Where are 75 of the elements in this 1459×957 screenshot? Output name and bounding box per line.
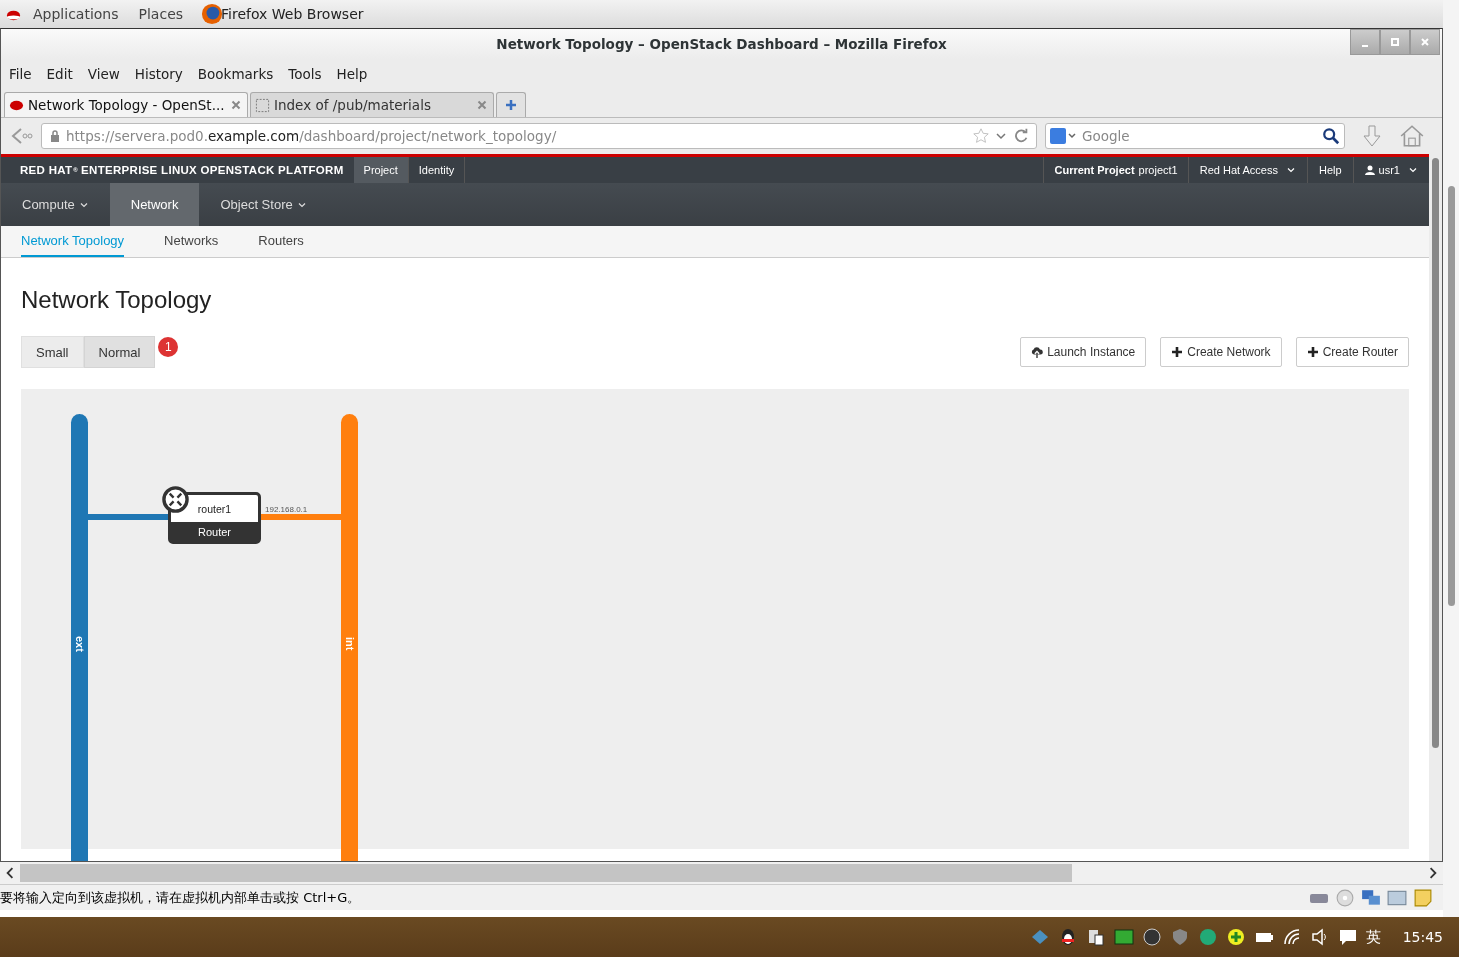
menu-item[interactable]: Edit bbox=[40, 64, 79, 84]
firefox-logo-icon bbox=[201, 3, 224, 25]
size-toggle-button[interactable]: Normal bbox=[83, 336, 156, 368]
menu-item[interactable]: Help bbox=[330, 64, 374, 84]
menu-item[interactable]: File bbox=[3, 64, 38, 84]
dashboard-tab[interactable]: Project bbox=[353, 157, 409, 183]
close-button[interactable] bbox=[1410, 29, 1440, 55]
plus-circle-icon[interactable] bbox=[1225, 927, 1246, 947]
new-tab-button[interactable] bbox=[496, 92, 526, 117]
minimize-icon bbox=[1362, 45, 1368, 47]
plus-icon bbox=[1171, 346, 1184, 358]
close-icon bbox=[1420, 37, 1430, 47]
page-heading: Network Topology bbox=[21, 286, 213, 314]
address-field[interactable]: https://servera.pod0.example.com/dashboard/project/network_topology/ bbox=[41, 123, 1037, 149]
desktop-menu[interactable]: Applications bbox=[25, 6, 127, 22]
star-icon[interactable] bbox=[972, 127, 990, 145]
plus-icon bbox=[505, 99, 517, 111]
cloud-upload-icon bbox=[1031, 346, 1044, 358]
create-button[interactable]: Create Network bbox=[1160, 337, 1282, 367]
caret-icon bbox=[1285, 165, 1296, 175]
nav-tab[interactable]: Object Store bbox=[199, 183, 328, 226]
note-icon[interactable] bbox=[1413, 888, 1433, 907]
size-toggle-button[interactable]: Small bbox=[21, 336, 84, 368]
scrollbar-thumb[interactable] bbox=[1432, 158, 1439, 748]
minimize-button[interactable] bbox=[1350, 29, 1380, 55]
scroll-left-icon[interactable] bbox=[4, 867, 16, 879]
nav-tab[interactable]: Network bbox=[109, 183, 200, 226]
menu-item[interactable]: Bookmarks bbox=[191, 64, 280, 84]
create-button[interactable]: Create Router bbox=[1295, 337, 1409, 367]
close-tab-icon[interactable] bbox=[231, 100, 241, 110]
chevron-down-icon[interactable] bbox=[996, 131, 1006, 141]
user-icon bbox=[1364, 165, 1375, 175]
reload-icon[interactable] bbox=[1012, 127, 1030, 145]
router-icon bbox=[162, 486, 189, 513]
browser-tab[interactable]: Network Topology - OpenSt... bbox=[4, 92, 248, 117]
disc-icon[interactable] bbox=[1335, 888, 1355, 907]
close-tab-icon[interactable] bbox=[477, 100, 487, 110]
scroll-right-icon[interactable] bbox=[1427, 867, 1439, 879]
input-method-indicator[interactable]: 英 bbox=[1365, 927, 1381, 947]
blank-page-icon bbox=[255, 97, 270, 113]
maximize-icon bbox=[1390, 37, 1400, 47]
app-name[interactable]: Firefox Web Browser bbox=[221, 6, 364, 22]
browser-tab[interactable]: Index of /pub/materials bbox=[250, 92, 494, 117]
brand-title: RED HAT$^{®}$ ENTERPRISE LINUX OPENSTACK PLATFORM bbox=[19, 163, 345, 178]
plus-icon bbox=[1306, 346, 1319, 358]
count-badge: 1 bbox=[158, 337, 179, 357]
display-icon[interactable] bbox=[1387, 888, 1407, 907]
network-monitors-icon[interactable] bbox=[1361, 888, 1381, 907]
scrollbar-thumb[interactable] bbox=[20, 864, 1072, 882]
scrollbar-thumb[interactable] bbox=[1447, 186, 1455, 606]
search-engine-icon[interactable] bbox=[1050, 128, 1076, 144]
nav-tab[interactable]: Compute bbox=[1, 183, 110, 226]
wifi-icon[interactable] bbox=[1281, 927, 1302, 947]
desktop-menu[interactable]: Places bbox=[130, 6, 192, 22]
notification-icon[interactable] bbox=[1337, 927, 1358, 947]
caret-icon bbox=[1408, 165, 1418, 175]
search-icon[interactable] bbox=[1322, 127, 1340, 145]
sub-nav-tab[interactable]: Routers bbox=[258, 226, 304, 257]
menu-item[interactable]: History bbox=[128, 64, 189, 84]
sub-nav-tab[interactable]: Networks bbox=[164, 226, 219, 257]
home-icon[interactable] bbox=[1399, 124, 1425, 148]
menu-item[interactable]: View bbox=[81, 64, 126, 84]
maximize-button[interactable] bbox=[1380, 29, 1410, 55]
graphics-card-icon[interactable] bbox=[1113, 927, 1134, 947]
network-bar[interactable]: ext bbox=[71, 414, 88, 861]
lock-icon bbox=[50, 130, 60, 142]
back-arrow-icon[interactable] bbox=[9, 126, 33, 146]
window-title: Network Topology – OpenStack Dashboard – Mozilla Firefox bbox=[496, 36, 947, 52]
router-node[interactable]: router1 Router bbox=[168, 492, 261, 544]
status-message: 要将输入定向到该虚拟机，请在虚拟机内部单击或按 Ctrl+G。 bbox=[0, 888, 361, 907]
menu-item[interactable]: Tools bbox=[282, 64, 328, 84]
port-address-label: 192.168.0.1 bbox=[265, 505, 308, 514]
launch-instance-button[interactable]: Launch Instance bbox=[1020, 337, 1147, 367]
clock[interactable]: 15:45 bbox=[1402, 929, 1443, 945]
search-field[interactable]: Google bbox=[1045, 123, 1345, 149]
